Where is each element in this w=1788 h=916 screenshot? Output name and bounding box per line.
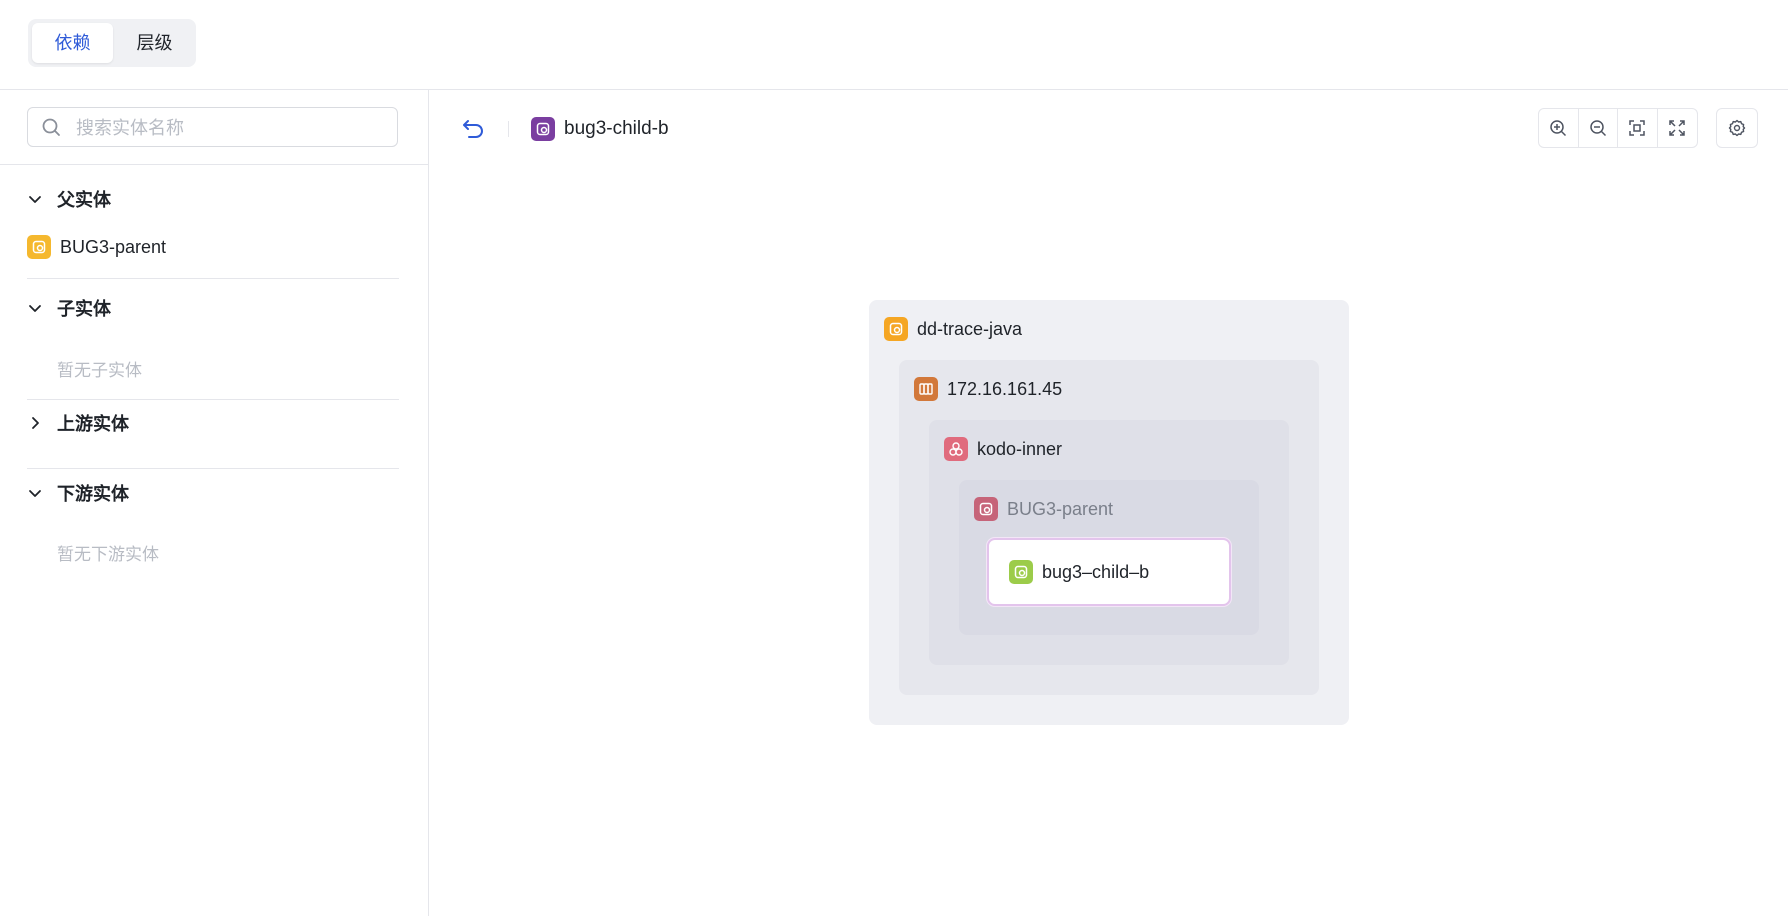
fullscreen-icon xyxy=(1669,120,1685,136)
entity-label: BUG3-parent xyxy=(60,236,167,257)
node-header: dd-trace-java xyxy=(884,316,1022,342)
node-group-host[interactable]: 172.16.161.45 kodo-inner BUG3-parent bug… xyxy=(899,360,1319,695)
service-icon xyxy=(1009,560,1033,584)
service-icon xyxy=(974,497,998,521)
fullscreen-button[interactable] xyxy=(1658,109,1697,147)
fit-view-button[interactable] xyxy=(1618,109,1658,147)
chevron-right-icon xyxy=(32,417,39,429)
section-child-entities[interactable]: 子实体 xyxy=(27,295,111,321)
node-header: BUG3-parent xyxy=(974,496,1113,522)
tab-dependency[interactable]: 依赖 xyxy=(32,23,113,63)
host-icon xyxy=(914,377,938,401)
section-upstream-entities[interactable]: 上游实体 xyxy=(27,410,129,436)
divider xyxy=(27,278,399,279)
node-group-dd-trace-java[interactable]: dd-trace-java 172.16.161.45 kodo-inner B… xyxy=(869,300,1349,725)
node-label: BUG3-parent xyxy=(1007,498,1114,519)
node-label: bug3–child–b xyxy=(1042,561,1150,582)
fit-view-icon xyxy=(1629,120,1645,136)
zoom-toolbar xyxy=(1538,108,1698,148)
breadcrumb-label: bug3-child-b xyxy=(564,118,669,139)
node-label: dd-trace-java xyxy=(917,318,1023,339)
search-box[interactable] xyxy=(27,107,398,148)
node-label: 172.16.161.45 xyxy=(947,378,1063,399)
section-downstream-entities[interactable]: 下游实体 xyxy=(27,480,129,506)
service-icon xyxy=(27,235,51,259)
node-bug3-child-b[interactable]: bug3–child–b xyxy=(987,538,1231,606)
zoom-in-icon xyxy=(1550,120,1567,137)
node-header: kodo-inner xyxy=(944,436,1062,462)
gear-icon xyxy=(1728,119,1746,137)
sidebar: 父实体 BUG3-parent 子实体 暂无子实体 上游实体 下游实体 暂无下游… xyxy=(0,90,429,916)
node-label: kodo-inner xyxy=(977,438,1063,459)
section-title: 上游实体 xyxy=(57,414,129,434)
service-icon xyxy=(531,117,555,141)
node-header: 172.16.161.45 xyxy=(914,376,1062,402)
zoom-out-icon xyxy=(1590,120,1606,137)
service-icon xyxy=(884,317,908,341)
section-title: 子实体 xyxy=(57,299,111,319)
top-bar: 依赖 层级 xyxy=(0,0,1788,90)
view-switch: 依赖 层级 xyxy=(28,19,196,67)
empty-downstream-text: 暂无下游实体 xyxy=(57,545,159,564)
search-area xyxy=(0,90,428,165)
chevron-down-icon xyxy=(29,305,41,312)
section-title: 下游实体 xyxy=(57,484,129,504)
cluster-icon xyxy=(944,437,968,461)
graph-panel: bug3-child-b dd-trace-java 172.16.161.45… xyxy=(429,90,1788,916)
separator xyxy=(508,121,509,137)
chevron-down-icon xyxy=(29,196,41,203)
section-title: 父实体 xyxy=(57,190,111,210)
empty-child-text: 暂无子实体 xyxy=(57,361,142,380)
node-group-bug3-parent[interactable]: BUG3-parent bug3–child–b xyxy=(959,480,1259,635)
zoom-in-button[interactable] xyxy=(1539,109,1579,147)
settings-button[interactable] xyxy=(1716,108,1758,148)
section-parent-entities[interactable]: 父实体 xyxy=(27,186,111,212)
tab-hierarchy[interactable]: 层级 xyxy=(117,23,192,63)
sidebar-entity-bug3-parent[interactable]: BUG3-parent xyxy=(27,234,166,260)
breadcrumb: bug3-child-b xyxy=(531,116,669,142)
search-icon xyxy=(42,118,60,136)
search-input[interactable] xyxy=(74,108,388,148)
node-group-kodo-inner[interactable]: kodo-inner BUG3-parent bug3–child–b xyxy=(929,420,1289,665)
back-icon[interactable] xyxy=(461,115,487,141)
divider xyxy=(27,399,399,400)
divider xyxy=(27,468,399,469)
zoom-out-button[interactable] xyxy=(1579,109,1618,147)
chevron-down-icon xyxy=(29,490,41,497)
